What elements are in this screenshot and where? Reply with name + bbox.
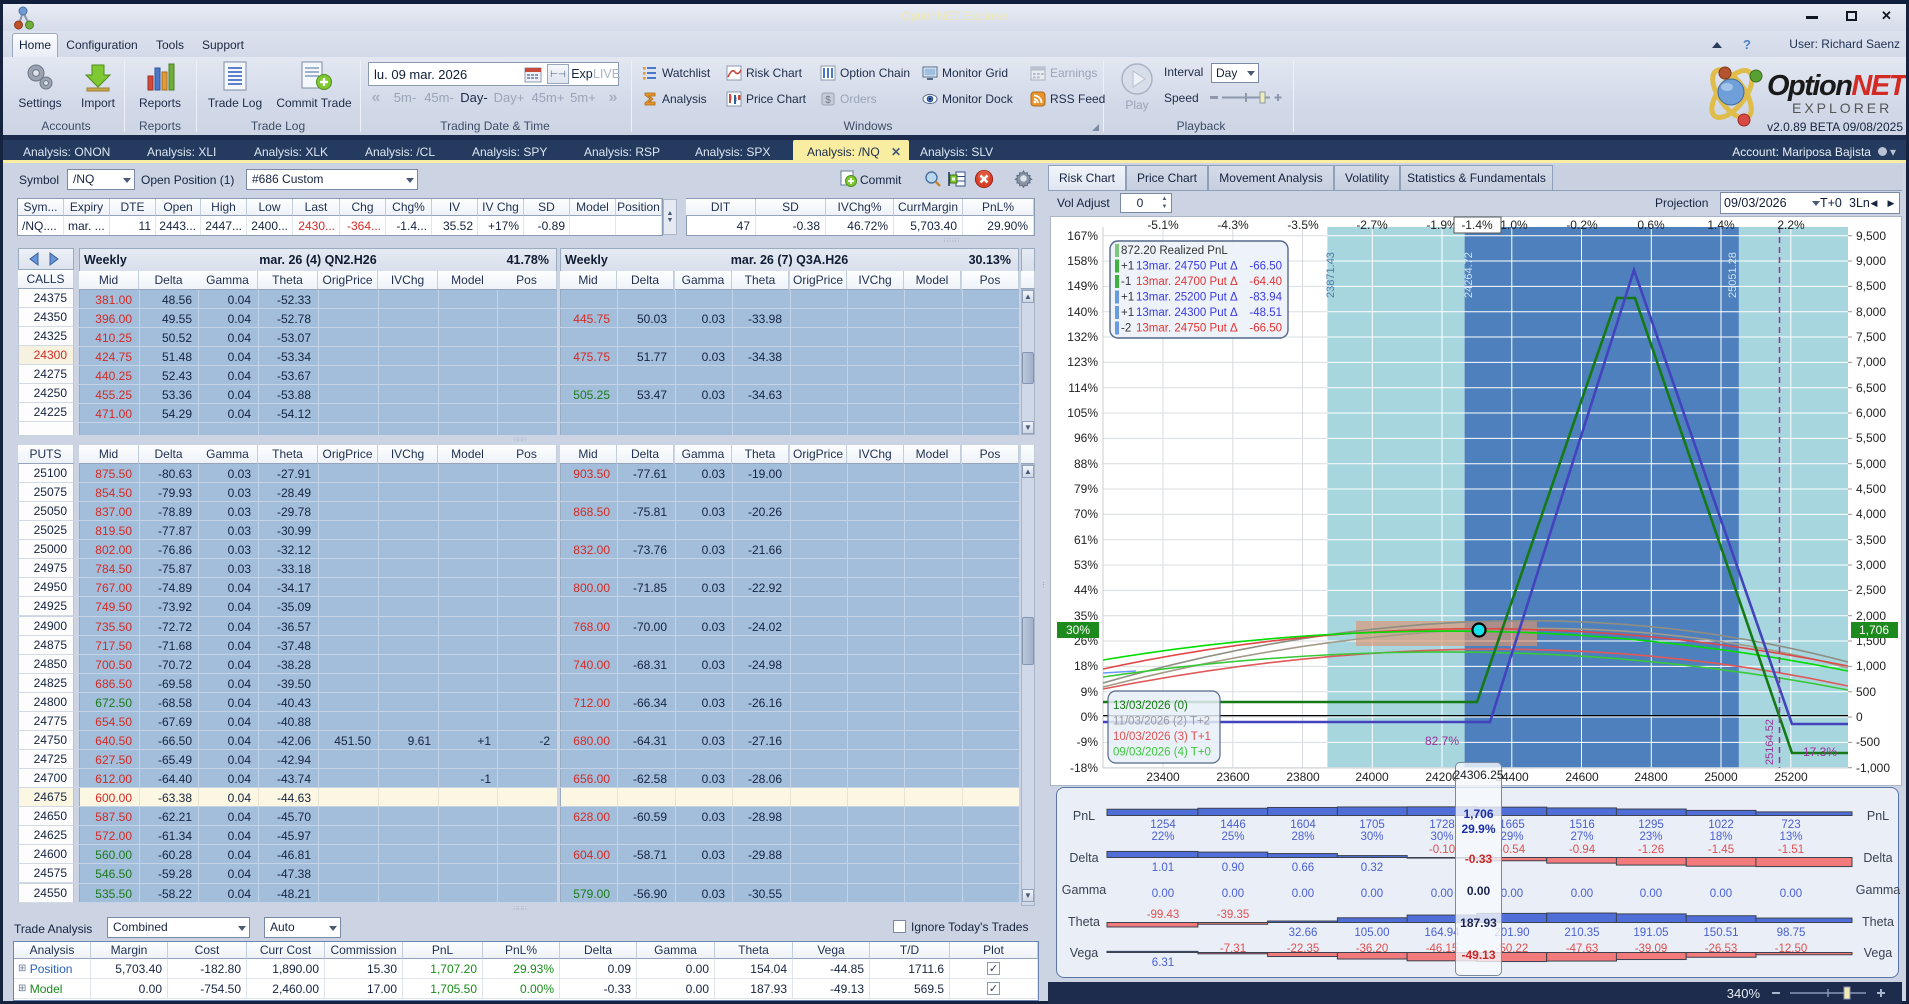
svg-text:3,000: 3,000 [1856, 558, 1886, 572]
svg-text:88%: 88% [1074, 457, 1098, 471]
svg-text:114%: 114% [1068, 381, 1098, 395]
svg-text:105%: 105% [1067, 406, 1098, 420]
svg-text:-48.51: -48.51 [1249, 307, 1282, 319]
svg-text:-1.9%: -1.9% [1426, 218, 1458, 232]
svg-text:4,000: 4,000 [1856, 507, 1886, 521]
svg-text:23871.43: 23871.43 [1325, 252, 1337, 298]
svg-text:872.20 Realized PnL: 872.20 Realized PnL [1121, 245, 1228, 257]
svg-text:+1: +1 [1121, 307, 1134, 319]
svg-text:0%: 0% [1081, 710, 1099, 724]
svg-text:-9%: -9% [1077, 735, 1099, 749]
svg-text:0: 0 [1856, 710, 1863, 724]
svg-text:2.2%: 2.2% [1777, 218, 1805, 232]
svg-text:-1,000: -1,000 [1856, 761, 1890, 775]
svg-text:500: 500 [1856, 685, 1876, 699]
svg-text:-66.50: -66.50 [1249, 323, 1282, 335]
svg-text:23400: 23400 [1146, 770, 1180, 784]
svg-text:-66.50: -66.50 [1249, 261, 1282, 273]
svg-text:25051.28: 25051.28 [1727, 252, 1739, 298]
svg-text:13mar. 24750 Put Δ: 13mar. 24750 Put Δ [1136, 261, 1238, 273]
svg-text:167%: 167% [1067, 229, 1098, 243]
svg-text:82.7%: 82.7% [1425, 734, 1459, 748]
svg-text:7,500: 7,500 [1856, 330, 1886, 344]
svg-text:-1: -1 [1121, 276, 1131, 288]
svg-text:9,000: 9,000 [1856, 254, 1886, 268]
svg-text:44%: 44% [1074, 583, 1098, 597]
svg-text:1.4%: 1.4% [1707, 218, 1735, 232]
svg-text:-3.5%: -3.5% [1287, 218, 1319, 232]
svg-text:149%: 149% [1067, 279, 1098, 293]
svg-text:13mar. 25200 Put Δ: 13mar. 25200 Put Δ [1136, 292, 1238, 304]
svg-text:4,500: 4,500 [1856, 482, 1886, 496]
svg-text:-2.7%: -2.7% [1356, 218, 1388, 232]
svg-text:$: $ [825, 95, 831, 106]
svg-text:2,500: 2,500 [1856, 583, 1886, 597]
svg-text:8,500: 8,500 [1856, 279, 1886, 293]
svg-text:9,500: 9,500 [1856, 229, 1886, 243]
svg-text:0.6%: 0.6% [1637, 218, 1665, 232]
svg-text:6,500: 6,500 [1856, 381, 1886, 395]
svg-text:24264.72: 24264.72 [1463, 252, 1475, 298]
svg-text:24600: 24600 [1565, 770, 1599, 784]
svg-text:158%: 158% [1067, 254, 1098, 268]
svg-text:53%: 53% [1074, 558, 1098, 572]
svg-text:18%: 18% [1074, 659, 1098, 673]
svg-text:13mar. 24700 Put Δ: 13mar. 24700 Put Δ [1136, 276, 1238, 288]
svg-text:11/03/2026 (2) T+2: 11/03/2026 (2) T+2 [1113, 716, 1210, 728]
svg-text:140%: 140% [1067, 305, 1098, 319]
svg-text:17.3%: 17.3% [1803, 745, 1837, 759]
svg-text:13mar. 24300 Put Δ: 13mar. 24300 Put Δ [1136, 307, 1238, 319]
svg-text:6,000: 6,000 [1856, 406, 1886, 420]
svg-text:1,706: 1,706 [1859, 623, 1889, 637]
svg-text:24000: 24000 [1355, 770, 1389, 784]
svg-text:5,000: 5,000 [1856, 457, 1886, 471]
svg-text:96%: 96% [1074, 431, 1098, 445]
svg-text:09/03/2026 (4) T+0: 09/03/2026 (4) T+0 [1113, 747, 1211, 759]
svg-text:132%: 132% [1067, 330, 1098, 344]
svg-text:23600: 23600 [1216, 770, 1250, 784]
svg-text:25200: 25200 [1774, 770, 1808, 784]
svg-text:2,000: 2,000 [1856, 609, 1886, 623]
svg-text:61%: 61% [1074, 533, 1098, 547]
svg-text:123%: 123% [1067, 355, 1098, 369]
svg-text:-4.3%: -4.3% [1217, 218, 1249, 232]
svg-text:70%: 70% [1074, 507, 1098, 521]
svg-text:7,000: 7,000 [1856, 355, 1886, 369]
svg-text:8,000: 8,000 [1856, 305, 1886, 319]
svg-text:25000: 25000 [1704, 770, 1738, 784]
svg-text:24800: 24800 [1634, 770, 1668, 784]
svg-text:35%: 35% [1074, 609, 1098, 623]
svg-text:+1: +1 [1121, 292, 1134, 304]
svg-text:+1: +1 [1121, 261, 1134, 273]
svg-text:30%: 30% [1066, 623, 1090, 637]
svg-text:13/03/2026 (0): 13/03/2026 (0) [1113, 700, 1188, 712]
svg-text:-0.2%: -0.2% [1566, 218, 1598, 232]
svg-text:-64.40: -64.40 [1249, 276, 1282, 288]
svg-text:-500: -500 [1856, 735, 1880, 749]
svg-text:-5.1%: -5.1% [1147, 218, 1179, 232]
svg-text:-18%: -18% [1070, 761, 1098, 775]
svg-text:3,500: 3,500 [1856, 533, 1886, 547]
svg-text:5,500: 5,500 [1856, 431, 1886, 445]
svg-text:25164.52: 25164.52 [1764, 719, 1776, 765]
svg-text:-2: -2 [1121, 323, 1131, 335]
svg-text:9%: 9% [1081, 685, 1099, 699]
svg-text:1,000: 1,000 [1856, 659, 1886, 673]
svg-text:79%: 79% [1074, 482, 1098, 496]
svg-text:-1.4%: -1.4% [1461, 218, 1493, 232]
svg-text:23800: 23800 [1286, 770, 1320, 784]
svg-text:-83.94: -83.94 [1249, 292, 1282, 304]
svg-text:10/03/2026 (3) T+1: 10/03/2026 (3) T+1 [1113, 731, 1211, 743]
svg-text:13mar. 24750 Put Δ: 13mar. 24750 Put Δ [1136, 323, 1238, 335]
